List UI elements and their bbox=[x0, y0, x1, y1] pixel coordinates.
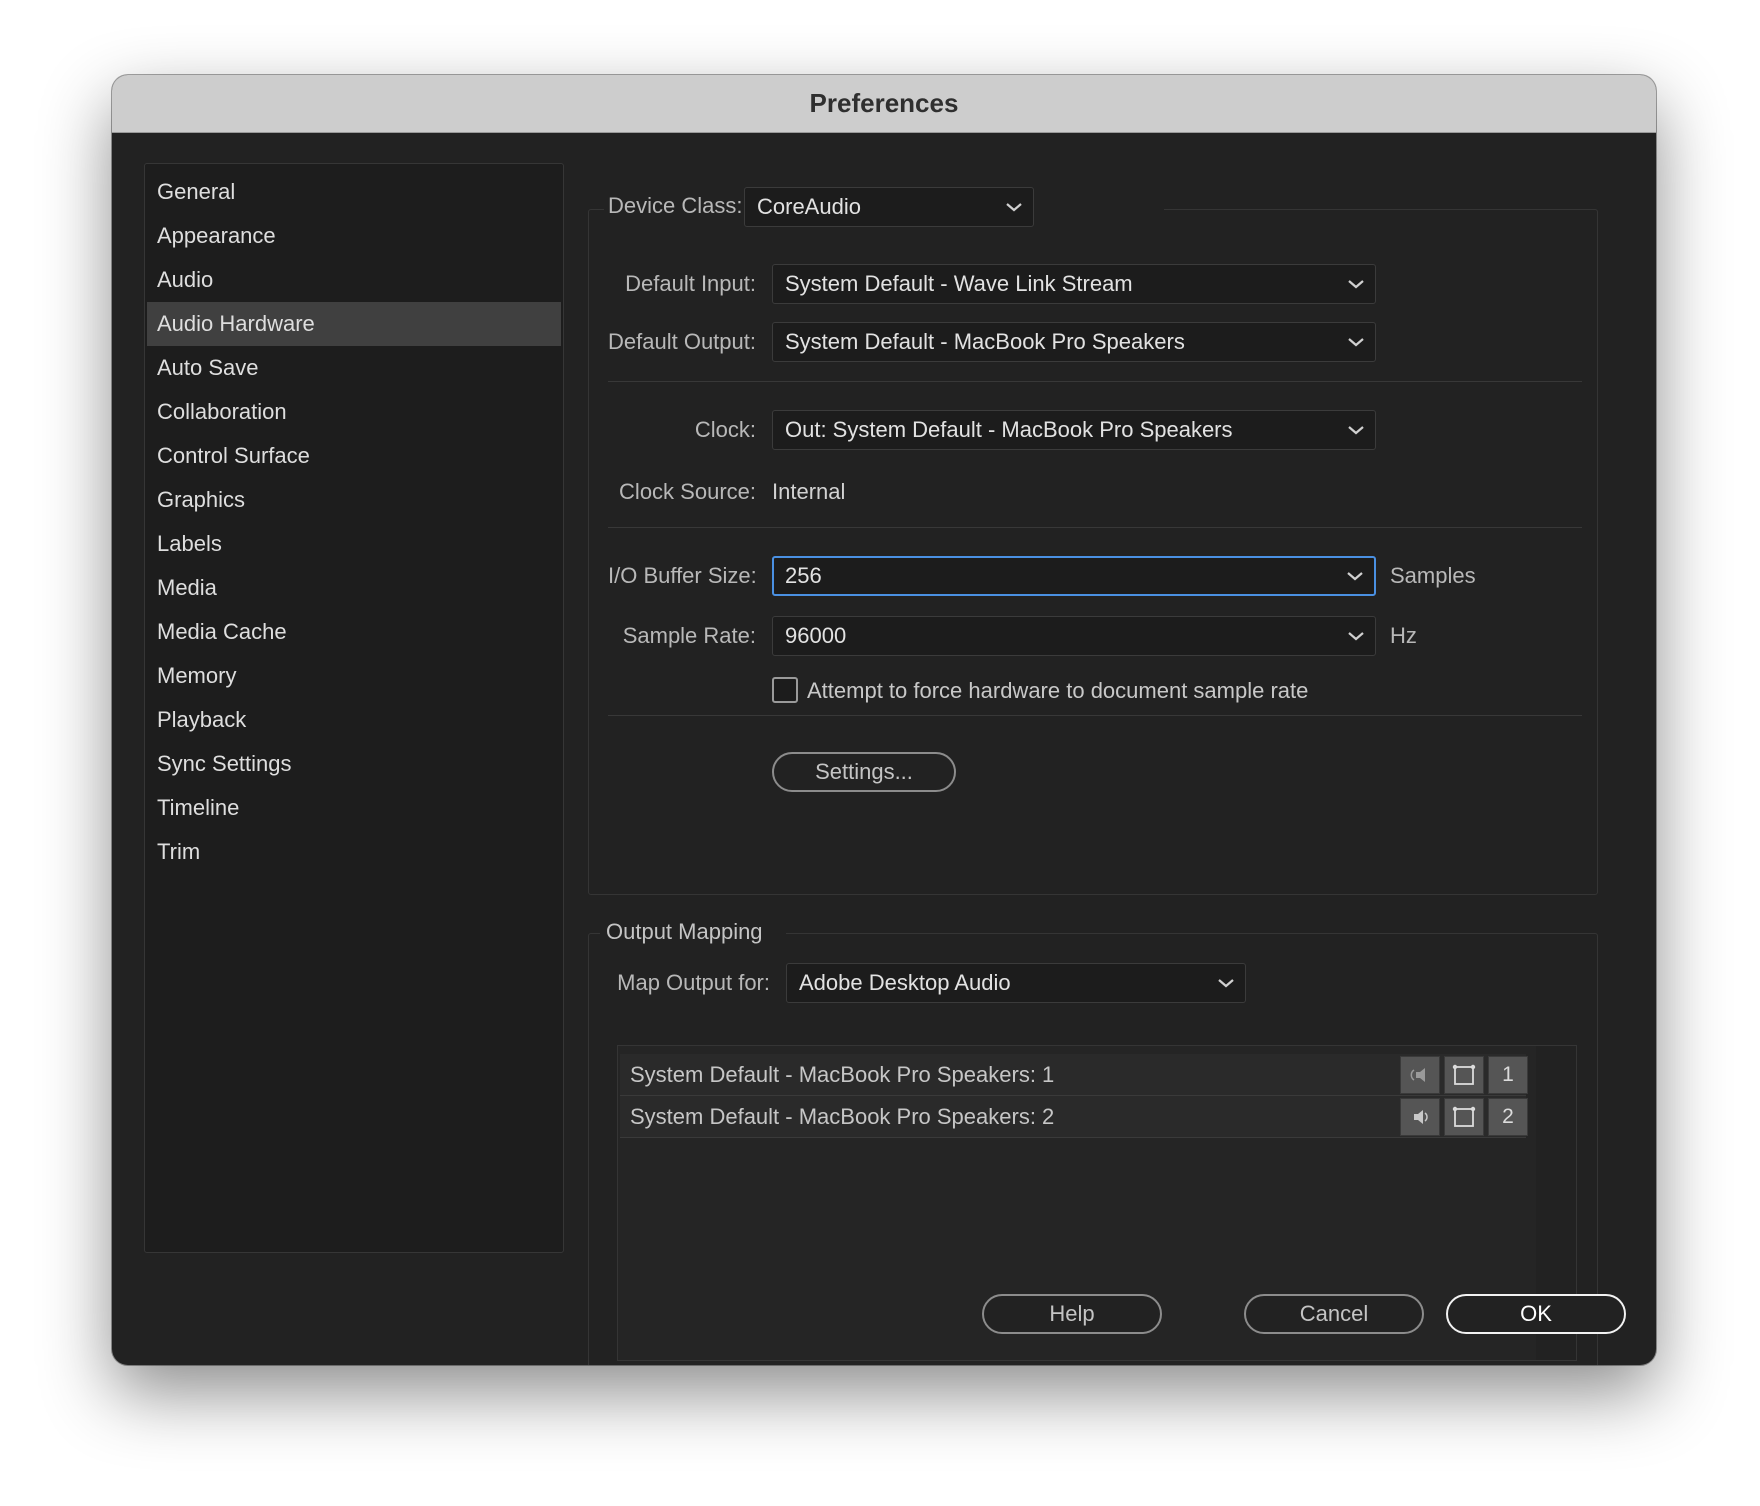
divider bbox=[608, 381, 1582, 382]
settings-button[interactable]: Settings... bbox=[772, 752, 956, 792]
chevron-down-icon bbox=[1348, 632, 1364, 641]
device-class-label: Device Class: bbox=[608, 193, 743, 218]
map-output-label: Map Output for: bbox=[617, 970, 770, 995]
sidebar-item-graphics[interactable]: Graphics bbox=[147, 478, 561, 522]
speaker-left-icon[interactable] bbox=[1400, 1056, 1440, 1094]
sidebar-item-memory[interactable]: Memory bbox=[147, 654, 561, 698]
chevron-down-icon bbox=[1347, 572, 1363, 581]
clock-value: Out: System Default - MacBook Pro Speake… bbox=[785, 417, 1233, 442]
sidebar-item-audio-hardware[interactable]: Audio Hardware bbox=[147, 302, 561, 346]
cancel-button[interactable]: Cancel bbox=[1244, 1294, 1424, 1334]
window-title: Preferences bbox=[809, 88, 959, 118]
speaker-right-icon bbox=[1414, 1110, 1428, 1124]
output-mapping-title: Output Mapping bbox=[606, 919, 763, 944]
buffer-size-value: 256 bbox=[785, 563, 822, 588]
sidebar-item-timeline[interactable]: Timeline bbox=[147, 786, 561, 830]
divider bbox=[608, 527, 1582, 528]
sidebar-item-media[interactable]: Media bbox=[147, 566, 561, 610]
sidebar-item-general[interactable]: General bbox=[147, 170, 561, 214]
sidebar-item-control-surface[interactable]: Control Surface bbox=[147, 434, 561, 478]
chevron-down-icon bbox=[1006, 203, 1022, 212]
clock-label: Clock: bbox=[694, 417, 756, 442]
map-output-dropdown[interactable]: Adobe Desktop Audio bbox=[786, 963, 1246, 1003]
sidebar-item-auto-save[interactable]: Auto Save bbox=[147, 346, 561, 390]
sidebar-item-collaboration[interactable]: Collaboration bbox=[147, 390, 561, 434]
stereo-bracket-icon bbox=[1452, 1106, 1476, 1127]
channel-number-badge[interactable]: 1 bbox=[1488, 1056, 1528, 1094]
default-output-value: System Default - MacBook Pro Speakers bbox=[785, 329, 1185, 354]
force-sample-rate-checkbox[interactable] bbox=[772, 677, 798, 703]
device-settings-group bbox=[588, 209, 1598, 895]
clock-dropdown[interactable]: Out: System Default - MacBook Pro Speake… bbox=[772, 410, 1376, 450]
sample-rate-unit: Hz bbox=[1390, 623, 1417, 648]
buffer-size-unit: Samples bbox=[1390, 563, 1476, 588]
sidebar-item-labels[interactable]: Labels bbox=[147, 522, 561, 566]
clock-source-label: Clock Source: bbox=[619, 479, 756, 504]
preferences-window: Preferences General Appearance Audio Aud… bbox=[112, 75, 1656, 1365]
speaker-right-icon[interactable] bbox=[1400, 1098, 1440, 1136]
map-output-value: Adobe Desktop Audio bbox=[799, 970, 1011, 995]
sidebar-item-media-cache[interactable]: Media Cache bbox=[147, 610, 561, 654]
sample-rate-dropdown[interactable]: 96000 bbox=[772, 616, 1376, 656]
divider bbox=[608, 715, 1582, 716]
speaker-left-icon bbox=[1410, 1068, 1425, 1082]
default-input-label: Default Input: bbox=[625, 271, 756, 296]
default-output-label: Default Output: bbox=[608, 329, 756, 354]
stereo-bracket-icon[interactable] bbox=[1444, 1098, 1484, 1136]
chevron-down-icon bbox=[1218, 979, 1234, 988]
buffer-size-label: I/O Buffer Size: bbox=[608, 563, 757, 588]
channel-number-badge[interactable]: 2 bbox=[1488, 1098, 1528, 1136]
sidebar-item-audio[interactable]: Audio bbox=[147, 258, 561, 302]
sidebar-item-appearance[interactable]: Appearance bbox=[147, 214, 561, 258]
list-item[interactable]: System Default - MacBook Pro Speakers: 2 bbox=[620, 1096, 1526, 1138]
help-button[interactable]: Help bbox=[982, 1294, 1162, 1334]
stereo-bracket-icon[interactable] bbox=[1444, 1056, 1484, 1094]
force-sample-rate-label: Attempt to force hardware to document sa… bbox=[807, 678, 1309, 703]
title-bar: Preferences bbox=[112, 75, 1656, 133]
sample-rate-label: Sample Rate: bbox=[622, 623, 756, 648]
list-item[interactable]: System Default - MacBook Pro Speakers: 1 bbox=[620, 1054, 1526, 1096]
sidebar-item-playback[interactable]: Playback bbox=[147, 698, 561, 742]
preferences-sidebar: General Appearance Audio Audio Hardware … bbox=[144, 163, 564, 1253]
chevron-down-icon bbox=[1348, 280, 1364, 289]
output-channel-label: System Default - MacBook Pro Speakers: 2 bbox=[630, 1103, 1055, 1129]
sample-rate-value: 96000 bbox=[785, 623, 847, 648]
sidebar-item-trim[interactable]: Trim bbox=[147, 830, 561, 874]
device-class-value: CoreAudio bbox=[757, 194, 861, 219]
chevron-down-icon bbox=[1348, 338, 1364, 347]
sidebar-item-sync-settings[interactable]: Sync Settings bbox=[147, 742, 561, 786]
device-class-dropdown[interactable]: CoreAudio bbox=[744, 187, 1034, 227]
default-input-dropdown[interactable]: System Default - Wave Link Stream bbox=[772, 264, 1376, 304]
ok-button[interactable]: OK bbox=[1446, 1294, 1626, 1334]
default-input-value: System Default - Wave Link Stream bbox=[785, 271, 1133, 296]
stereo-bracket-icon bbox=[1452, 1064, 1476, 1085]
output-channel-label: System Default - MacBook Pro Speakers: 1 bbox=[630, 1061, 1055, 1087]
chevron-down-icon bbox=[1348, 426, 1364, 435]
clock-source-value: Internal bbox=[772, 479, 846, 504]
default-output-dropdown[interactable]: System Default - MacBook Pro Speakers bbox=[772, 322, 1376, 362]
buffer-size-dropdown[interactable]: 256 bbox=[772, 556, 1376, 596]
